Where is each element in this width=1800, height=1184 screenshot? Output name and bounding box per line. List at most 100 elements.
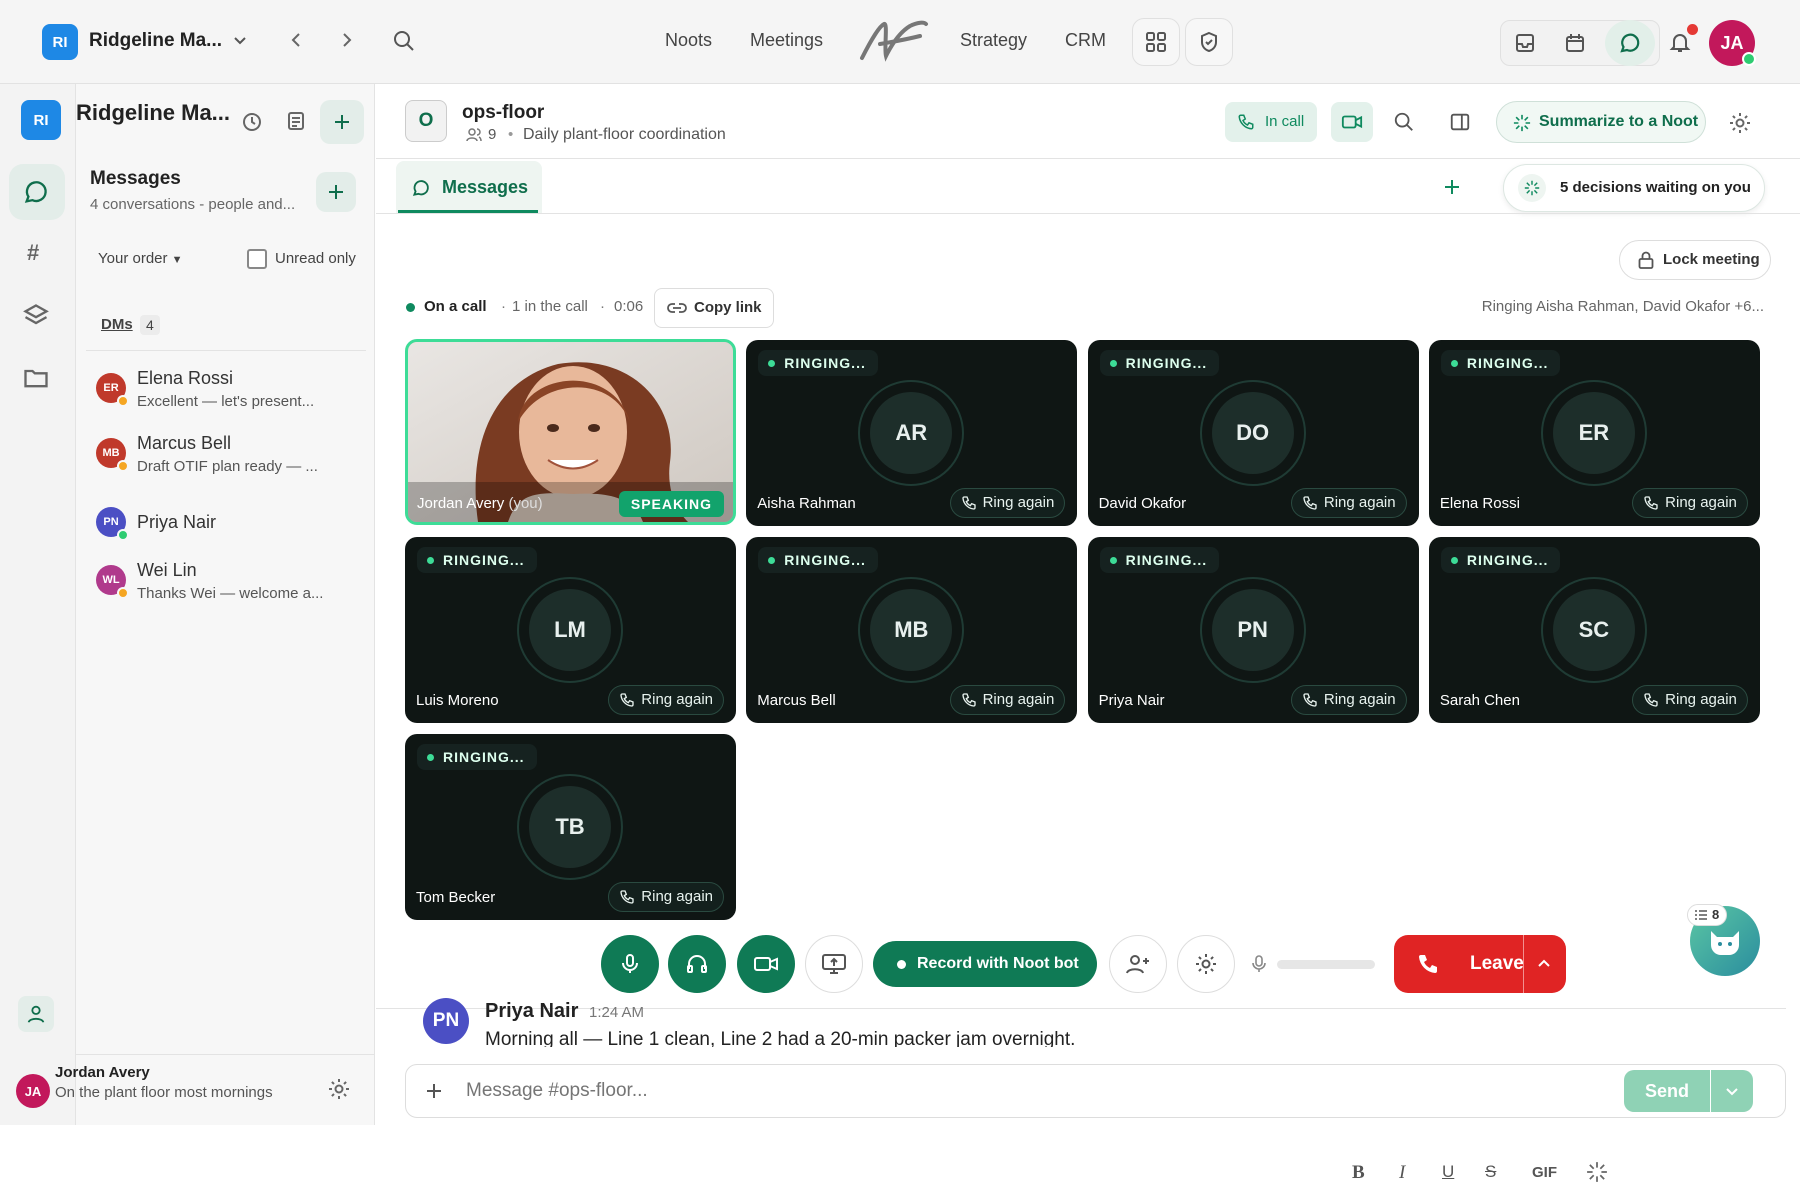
gif-button[interactable]: GIF [1532, 1164, 1557, 1181]
call-live-dot [406, 303, 415, 312]
phone-icon [1303, 496, 1317, 510]
participant-tile-priya-nair[interactable]: RINGING... PN Priya Nair Ring again [1087, 537, 1419, 723]
shield-check-icon[interactable] [1185, 18, 1233, 66]
brand-logo[interactable] [858, 18, 930, 64]
decisions-pill[interactable]: 5 decisions waiting on you [1503, 164, 1765, 212]
video-icon[interactable] [1331, 102, 1373, 142]
nav-meetings[interactable]: Meetings [750, 30, 823, 51]
record-button[interactable]: Record with Noot bot [873, 941, 1097, 987]
screen-share-button[interactable] [805, 935, 863, 993]
mic-button[interactable] [601, 935, 659, 993]
headphones-button[interactable] [668, 935, 726, 993]
hash-icon[interactable]: # [27, 240, 39, 266]
footer-avatar[interactable]: JA [16, 1074, 50, 1108]
chat-bubble-icon[interactable] [1615, 28, 1645, 58]
gear-icon[interactable] [1728, 111, 1752, 135]
participant-tile-marcus-bell[interactable]: RINGING... MB Marcus Bell Ring again [746, 537, 1078, 723]
back-icon[interactable] [287, 30, 307, 50]
bell-icon[interactable] [1664, 24, 1698, 58]
history-icon[interactable] [241, 111, 263, 133]
in-call-button[interactable]: In call [1225, 102, 1317, 142]
workspace-badge-small[interactable]: RI [21, 100, 61, 140]
call-settings-button[interactable] [1177, 935, 1235, 993]
participant-initials: TB [529, 786, 611, 868]
search-icon[interactable] [1393, 111, 1415, 133]
self-video-tile[interactable]: Jordan Avery (you) SPEAKING [405, 339, 736, 525]
message-author[interactable]: Priya Nair [485, 1000, 578, 1023]
apps-grid-icon[interactable] [1132, 18, 1180, 66]
send-options-button[interactable] [1711, 1070, 1753, 1112]
participant-tile-tom-becker[interactable]: RINGING... TB Tom Becker Ring again [405, 734, 736, 920]
summarize-button[interactable]: Summarize to a Noot [1496, 101, 1706, 143]
dm-item-wei-lin[interactable]: WL Wei Lin Thanks Wei — welcome a... [96, 556, 366, 612]
dm-preview: Draft OTIF plan ready — ... [137, 458, 318, 475]
channel-name[interactable]: ops-floor [462, 102, 544, 124]
ring-again-button[interactable]: Ring again [1632, 488, 1748, 518]
chevron-down-icon[interactable] [230, 30, 250, 50]
gear-icon[interactable] [327, 1077, 351, 1101]
ringing-badge: RINGING... [1440, 350, 1561, 376]
dm-item-elena-rossi[interactable]: ER Elena Rossi Excellent — let's present..… [96, 364, 366, 420]
calendar-icon[interactable] [1560, 28, 1590, 58]
participant-tile-elena-rossi[interactable]: RINGING... ER Elena Rossi Ring again [1428, 340, 1760, 526]
message-input[interactable] [466, 1072, 1106, 1110]
camera-button[interactable] [737, 935, 795, 993]
lock-meeting-button[interactable]: Lock meeting [1619, 240, 1771, 280]
add-person-button[interactable] [1109, 935, 1167, 993]
presence-dot [117, 529, 129, 541]
nav-strategy[interactable]: Strategy [960, 30, 1027, 51]
chevron-up-icon[interactable] [1536, 955, 1552, 971]
ring-again-button[interactable]: Ring again [1632, 685, 1748, 715]
participant-tile-aisha-rahman[interactable]: RINGING... AR Aisha Rahman Ring again [746, 340, 1078, 526]
workspace-name[interactable]: Ridgeline Ma... [89, 30, 222, 52]
send-button[interactable]: Send [1624, 1070, 1710, 1112]
folder-icon[interactable] [22, 364, 50, 392]
workspace-switcher[interactable]: RI [42, 24, 78, 60]
message-avatar[interactable]: PN [423, 998, 469, 1044]
bot-task-badge[interactable]: 8 [1687, 904, 1728, 926]
nav-noots[interactable]: Noots [665, 30, 712, 51]
ring-again-button[interactable]: Ring again [1290, 685, 1407, 715]
top-bar: RI Ridgeline Ma... Noots Meetings Strate… [0, 0, 1800, 84]
bold-button[interactable]: B [1352, 1162, 1365, 1184]
presence-dot [117, 460, 129, 472]
new-message-button[interactable] [316, 172, 356, 212]
ringing-badge: RINGING... [1440, 547, 1561, 573]
layers-icon[interactable] [22, 302, 50, 330]
ring-again-button[interactable]: Ring again [608, 882, 724, 912]
phone-icon [620, 693, 634, 707]
notification-dot [1687, 24, 1698, 35]
sparkle-icon[interactable] [1586, 1161, 1608, 1183]
notes-icon[interactable] [286, 111, 306, 131]
nav-crm[interactable]: CRM [1065, 30, 1106, 51]
sort-dropdown[interactable]: Your order ▼ [98, 250, 183, 267]
new-item-button[interactable] [320, 100, 364, 144]
ringing-summary: Ringing Aisha Rahman, David Okafor +6... [1481, 298, 1764, 315]
underline-button[interactable]: U [1442, 1162, 1454, 1182]
members-icon[interactable] [466, 127, 482, 143]
participant-tile-david-okafor[interactable]: RINGING... DO David Okafor Ring again [1087, 340, 1419, 526]
ring-again-button[interactable]: Ring again [949, 488, 1066, 518]
strikethrough-button[interactable]: S [1485, 1162, 1496, 1182]
add-tab-icon[interactable] [1442, 177, 1462, 197]
plus-icon[interactable] [424, 1081, 444, 1101]
italic-button[interactable]: I [1399, 1162, 1405, 1184]
ring-again-button[interactable]: Ring again [1290, 488, 1407, 518]
inbox-icon[interactable] [1510, 28, 1540, 58]
call-participant-count: 1 in the call [512, 298, 588, 315]
participant-tile-sarah-chen[interactable]: RINGING... SC Sarah Chen Ring again [1428, 537, 1760, 723]
ring-again-button[interactable]: Ring again [949, 685, 1066, 715]
people-icon[interactable] [18, 996, 54, 1032]
copy-link-button[interactable]: Copy link [654, 288, 774, 328]
panel-toggle-icon[interactable] [1449, 111, 1471, 133]
unread-only-checkbox[interactable] [247, 249, 267, 269]
dm-name: Priya Nair [137, 512, 217, 532]
forward-icon[interactable] [336, 30, 356, 50]
dm-item-marcus-bell[interactable]: MB Marcus Bell Draft OTIF plan ready — ... [96, 429, 366, 485]
dm-item-priya-nair[interactable]: PN Priya Nair [96, 498, 366, 554]
ring-again-button[interactable]: Ring again [608, 685, 724, 715]
members-count[interactable]: 9 [488, 126, 496, 143]
search-icon[interactable] [392, 29, 416, 53]
dms-section-label[interactable]: DMs [101, 316, 133, 333]
participant-tile-luis-moreno[interactable]: RINGING... LM Luis Moreno Ring again [405, 537, 736, 723]
